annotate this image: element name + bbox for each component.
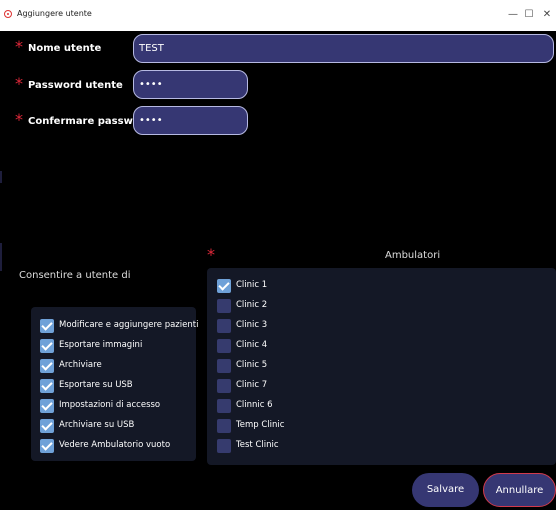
confirm-password-input[interactable]: •••• [133, 106, 248, 135]
checkbox-checked[interactable] [217, 279, 231, 293]
checkbox-checked[interactable] [40, 339, 54, 353]
checkbox-unchecked[interactable] [217, 439, 231, 453]
minimize-button[interactable]: — [506, 8, 520, 22]
checkbox-checked[interactable] [40, 359, 54, 373]
clinic-label: Clinic 4 [236, 340, 268, 350]
checkbox-unchecked[interactable] [217, 419, 231, 433]
cancel-button[interactable]: Annullare [483, 473, 556, 507]
perm-label: Impostazioni di accesso [59, 400, 161, 410]
side-marker [0, 171, 2, 183]
required-asterisk: * [15, 110, 23, 129]
clinic-label: Clinic 1 [236, 280, 268, 290]
maximize-button[interactable]: ☐ [522, 8, 536, 22]
perm-label: Modificare e aggiungere pazienti [59, 320, 199, 330]
checkbox-checked[interactable] [40, 439, 54, 453]
required-asterisk: * [207, 245, 215, 264]
checkbox-unchecked[interactable] [217, 319, 231, 333]
add-user-window: Aggiungere utente — ☐ ✕ * Nome utente TE… [0, 0, 556, 510]
clinics-heading: Ambulatori [385, 250, 441, 261]
username-input[interactable]: TEST [133, 34, 554, 63]
checkbox-unchecked[interactable] [217, 299, 231, 313]
checkbox-unchecked[interactable] [217, 399, 231, 413]
checkbox-unchecked[interactable] [217, 339, 231, 353]
clinic-label: Temp Clinic [236, 420, 285, 430]
checkbox-checked[interactable] [40, 379, 54, 393]
username-label: Nome utente [28, 43, 102, 54]
checkbox-checked[interactable] [40, 399, 54, 413]
required-asterisk: * [15, 74, 23, 93]
checkbox-checked[interactable] [40, 419, 54, 433]
dialog-content: * Nome utente TEST * Password utente •••… [0, 31, 556, 510]
app-icon [4, 10, 12, 18]
required-asterisk: * [15, 37, 23, 56]
password-input[interactable]: •••• [133, 70, 248, 99]
perm-label: Vedere Ambulatorio vuoto [59, 440, 171, 450]
close-button[interactable]: ✕ [540, 8, 554, 22]
checkbox-checked[interactable] [40, 319, 54, 333]
window-title: Aggiungere utente [17, 9, 92, 18]
checkbox-unchecked[interactable] [217, 379, 231, 393]
perm-label: Esportare immagini [59, 340, 143, 350]
save-button[interactable]: Salvare [412, 473, 479, 507]
perm-label: Archiviare [59, 360, 102, 370]
perm-label: Archiviare su USB [59, 420, 135, 430]
clinic-label: Clinic 7 [236, 380, 268, 390]
perm-label: Esportare su USB [59, 380, 133, 390]
title-bar: Aggiungere utente — ☐ ✕ [0, 0, 556, 31]
password-label: Password utente [28, 80, 123, 91]
permissions-heading: Consentire a utente di [19, 270, 131, 281]
clinic-label: Clinic 3 [236, 320, 268, 330]
clinic-label: Test Clinic [236, 440, 279, 450]
clinic-label: Clinic 2 [236, 300, 268, 310]
clinic-label: Clinic 5 [236, 360, 268, 370]
clinic-label: Clinnic 6 [236, 400, 273, 410]
checkbox-unchecked[interactable] [217, 359, 231, 373]
side-marker [0, 243, 2, 271]
